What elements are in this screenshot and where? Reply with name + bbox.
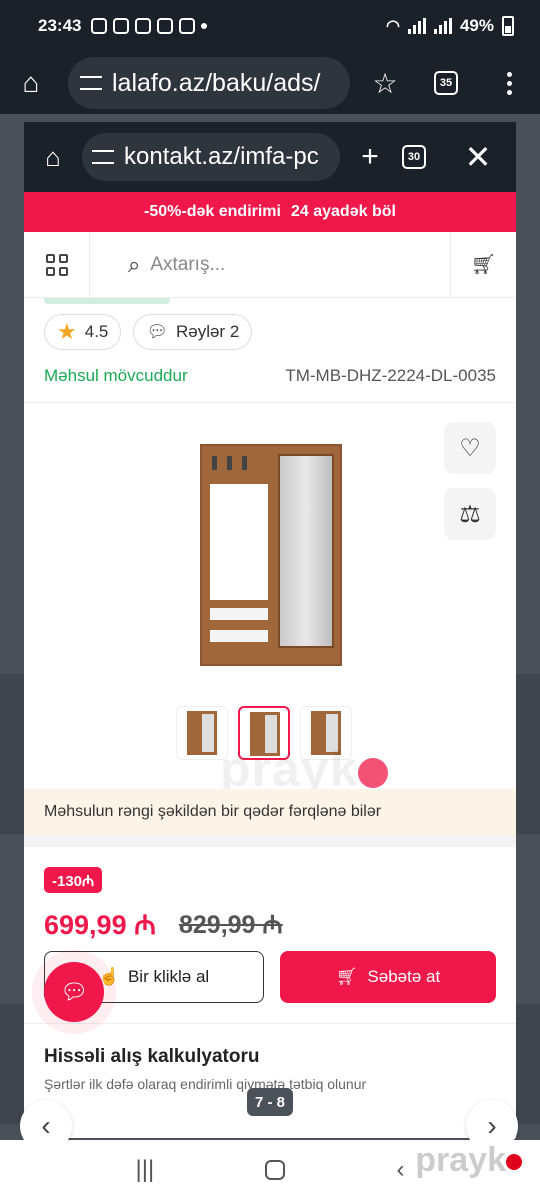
mirror-door <box>278 454 334 648</box>
rating-pill[interactable]: ★ 4.5 <box>44 314 122 350</box>
product-sku: TM-MB-DHZ-2224-DL-0035 <box>285 366 496 385</box>
calculator-subtitle: Şərtlər ilk dəfə olaraq endirimli qiymət… <box>44 1076 367 1092</box>
more-menu-icon[interactable] <box>507 71 512 95</box>
outer-url-bar[interactable]: lalafo.az/baku/ads/ <box>68 57 350 109</box>
catalog-button[interactable] <box>24 231 90 298</box>
product-image[interactable] <box>200 444 342 666</box>
star-icon: ★ <box>57 319 77 344</box>
wifi-icon: ◠ <box>386 18 400 35</box>
chevron-right-icon: › <box>487 1110 497 1141</box>
snapchat-icon <box>113 18 130 34</box>
home-button-icon[interactable] <box>265 1160 286 1180</box>
bookmark-star-icon[interactable]: ☆ <box>350 67 420 100</box>
add-to-cart-button[interactable]: 🛒︎ Səbətə at <box>280 951 496 1003</box>
inner-browser-toolbar: ⌂ kontakt.az/imfa-pc + 30 ✕ <box>24 122 516 192</box>
chat-icon: 💬︎ <box>60 979 88 1004</box>
search-placeholder: Axtarış... <box>150 253 226 275</box>
watermark: prayk <box>415 1141 522 1180</box>
close-icon[interactable]: ✕ <box>448 138 508 176</box>
site-settings-icon[interactable] <box>80 76 102 90</box>
reviews-pill[interactable]: 💬︎ Rəylər 2 <box>133 314 253 350</box>
wishlist-button[interactable]: ♡ <box>444 422 496 474</box>
rating-value: 4.5 <box>84 322 109 341</box>
badge-strip <box>44 298 170 304</box>
color-disclaimer: Məhsulun rəngi şəkildən bir qədər fərqlə… <box>24 789 516 835</box>
tabs-count-button[interactable]: 35 <box>434 71 458 95</box>
section-gap <box>24 835 516 847</box>
more-dot-icon <box>201 23 208 29</box>
reviews-label: Rəylər 2 <box>175 322 240 341</box>
shelf <box>210 608 268 620</box>
site-header: ⌕ Axtarış... 🛒︎ <box>24 231 516 298</box>
back-icon[interactable]: ‹ <box>396 1156 404 1184</box>
old-price: 829,99 ₼ <box>179 911 283 939</box>
promo-banner[interactable]: -50%-dək endirimi 24 ayadək böl <box>24 192 516 232</box>
clock: 23:43 <box>38 16 82 35</box>
home-icon[interactable]: ⌂ <box>14 67 48 99</box>
discount-badge: -130₼ <box>44 867 103 893</box>
snapchat-icon <box>135 18 152 34</box>
scales-icon: ⚖ <box>459 500 481 528</box>
compare-button[interactable]: ⚖ <box>444 488 496 540</box>
image-pager: 7 - 8 <box>247 1088 293 1116</box>
instagram-icon <box>91 18 108 34</box>
search-icon: ⌕ <box>128 251 141 277</box>
notification-icons <box>91 18 208 34</box>
white-panel <box>210 484 268 600</box>
signal-icon <box>407 18 426 34</box>
add-to-cart-label: Səbətə at <box>367 967 441 986</box>
current-price: 699,99 ₼ <box>44 910 156 940</box>
battery-level: 49% <box>459 16 494 35</box>
color-disclaimer-text: Məhsulun rəngi şəkildən bir qədər fərqlə… <box>44 803 382 820</box>
shelf <box>210 630 268 642</box>
new-tab-icon[interactable]: + <box>340 140 400 174</box>
promo-installment-text: 24 ayadək böl <box>290 203 396 220</box>
inner-url-text: kontakt.az/imfa-pc <box>124 143 319 170</box>
tabs-count-button[interactable]: 30 <box>402 145 426 169</box>
inner-url-bar[interactable]: kontakt.az/imfa-pc <box>82 133 340 181</box>
chevron-left-icon: ‹ <box>41 1110 51 1141</box>
divider <box>24 402 516 403</box>
coat-hooks <box>212 456 247 470</box>
heart-icon: ♡ <box>459 434 481 462</box>
instagram-icon <box>179 18 196 34</box>
comment-icon: 💬︎ <box>146 322 168 341</box>
messenger-icon <box>157 18 174 34</box>
cart-button[interactable]: 🛒︎ <box>450 231 516 298</box>
calculator-title: Hissəli alış kalkulyatoru <box>44 1046 260 1067</box>
product-meta: ★ 4.5 💬︎ Rəylər 2 <box>44 314 253 350</box>
grid-menu-icon <box>45 253 68 276</box>
outer-url-text: lalafo.az/baku/ads/ <box>112 68 321 97</box>
search-input[interactable]: ⌕ Axtarış... <box>90 232 450 298</box>
stock-status: Məhsul mövcuddur <box>44 366 188 385</box>
cart-icon: 🛒︎ <box>470 254 497 276</box>
site-settings-icon[interactable] <box>92 150 114 164</box>
status-bar: 23:43 ◠ 49% <box>0 0 540 52</box>
installment-calculator[interactable]: Hissəli alış kalkulyatoru Şərtlər ilk də… <box>24 1023 516 1138</box>
recent-apps-icon[interactable]: ||| <box>136 1156 155 1184</box>
outer-browser-toolbar: ⌂ lalafo.az/baku/ads/ ☆ 35 <box>0 52 540 114</box>
chat-button[interactable]: 💬︎ <box>44 962 104 1022</box>
one-click-label: Bir kliklə al <box>127 967 210 986</box>
home-icon[interactable]: ⌂ <box>38 142 68 173</box>
signal-icon <box>433 18 452 34</box>
battery-icon <box>502 16 514 36</box>
cart-icon: 🛒︎ <box>335 967 358 986</box>
promo-discount-text: -50%-dək endirimi <box>144 203 281 220</box>
